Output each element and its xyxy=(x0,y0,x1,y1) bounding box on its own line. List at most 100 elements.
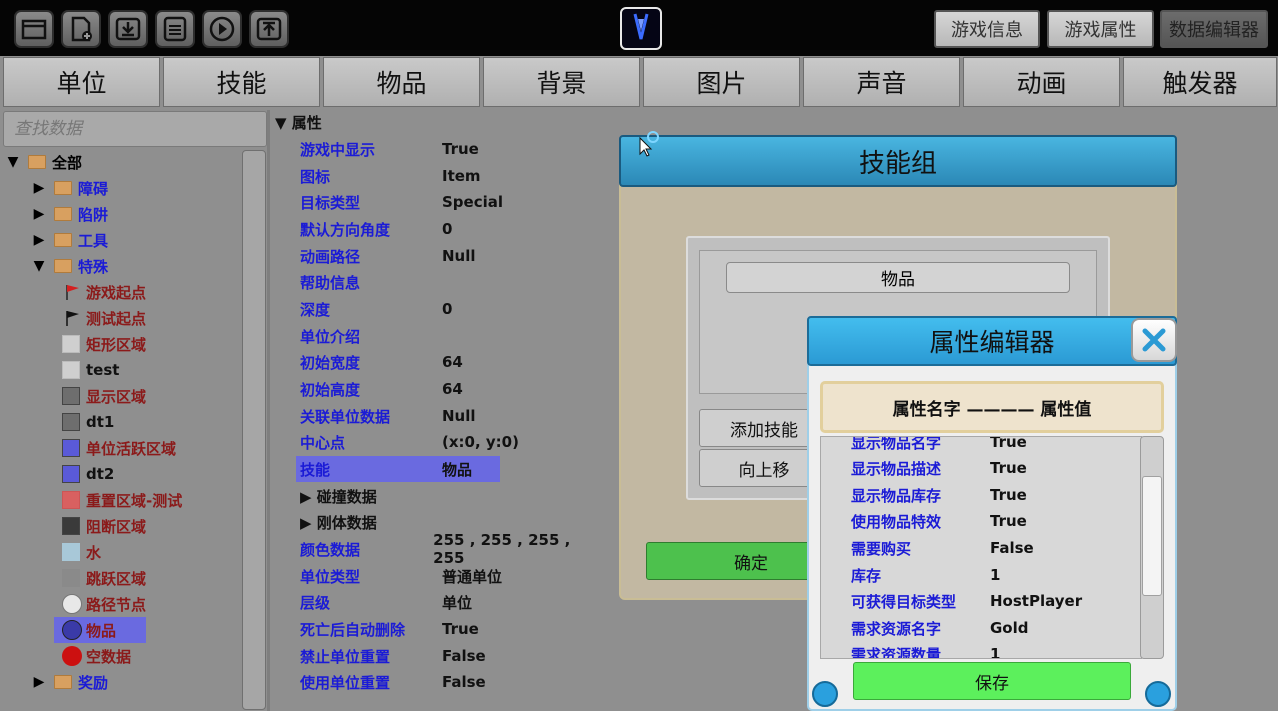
editor-value: 1 xyxy=(990,645,1001,659)
property-key: 死亡后自动删除 xyxy=(300,620,406,639)
collapse-arrow-icon[interactable]: ▶ xyxy=(32,674,46,690)
tree-label: 跳跃区域 xyxy=(86,569,147,588)
editor-row[interactable]: 需求资源名字 Gold xyxy=(851,615,1141,641)
editor-key: 需求资源数量 xyxy=(851,645,942,659)
tab-sound[interactable]: 声音 xyxy=(803,57,960,107)
tree-item[interactable]: 阻断区域 xyxy=(6,513,242,539)
search-input[interactable]: 查找数据 xyxy=(3,111,267,147)
editor-row[interactable]: 需要购买 False xyxy=(851,535,1141,561)
tab-skill[interactable]: 技能 xyxy=(163,57,320,107)
close-icon[interactable] xyxy=(1131,318,1177,362)
tree-item[interactable]: test xyxy=(6,357,242,383)
tree-item[interactable]: 空数据 xyxy=(6,643,242,669)
tree-folder-reward[interactable]: ▶ 奖励 xyxy=(6,669,242,695)
property-value: 普通单位 xyxy=(442,567,503,586)
panel-divider[interactable] xyxy=(267,110,270,711)
tab-item[interactable]: 物品 xyxy=(323,57,480,107)
tree-item[interactable]: 重置区域-测试 xyxy=(6,487,242,513)
property-row[interactable]: 死亡后自动删除 True xyxy=(296,616,596,642)
tree-item[interactable]: 显示区域 xyxy=(6,383,242,409)
collapse-arrow-icon[interactable]: ▶ xyxy=(32,206,46,222)
tree-scrollbar[interactable] xyxy=(242,150,266,710)
scrollbar-thumb[interactable] xyxy=(1142,476,1162,596)
tree-item[interactable]: 路径节点 xyxy=(6,591,242,617)
property-row[interactable]: 单位介绍 xyxy=(296,323,596,349)
tree-label: 重置区域-测试 xyxy=(86,491,183,510)
property-row[interactable]: 层级 单位 xyxy=(296,589,596,615)
tree-folder-trap[interactable]: ▶ 陷阱 xyxy=(6,201,242,227)
property-key: 游戏中显示 xyxy=(300,140,376,159)
collapse-arrow-icon[interactable]: ▶ xyxy=(32,232,46,248)
tree-item[interactable]: 水 xyxy=(6,539,242,565)
tree-item[interactable]: 跳跃区域 xyxy=(6,565,242,591)
property-row[interactable]: 游戏中显示 True xyxy=(296,136,596,162)
property-row[interactable]: 中心点 (x:0, y:0) xyxy=(296,429,596,455)
tree-item[interactable]: 游戏起点 xyxy=(6,279,242,305)
property-row[interactable]: 图标 Item xyxy=(296,163,596,189)
property-row[interactable]: 目标类型 Special xyxy=(296,189,596,215)
folder-open-icon[interactable] xyxy=(14,10,54,48)
game-info-button[interactable]: 游戏信息 xyxy=(934,10,1040,48)
skill-group-title: 技能组 xyxy=(619,135,1177,187)
data-editor-button[interactable]: 数据编辑器 xyxy=(1160,10,1268,48)
tree-item-selected[interactable]: 物品 xyxy=(6,617,242,643)
property-row[interactable]: 颜色数据 255 , 255 , 255 , 255 xyxy=(296,531,596,567)
tree-label: test xyxy=(86,361,120,379)
game-properties-button[interactable]: 游戏属性 xyxy=(1047,10,1154,48)
collapse-arrow-icon[interactable]: ▶ xyxy=(32,180,46,196)
tree-item[interactable]: dt2 xyxy=(6,461,242,487)
tab-image[interactable]: 图片 xyxy=(643,57,800,107)
property-value: 64 xyxy=(442,380,463,398)
tree-item[interactable]: 单位活跃区域 xyxy=(6,435,242,461)
editor-row[interactable]: 可获得目标类型 HostPlayer xyxy=(851,588,1141,614)
tree-label: 障碍 xyxy=(78,179,109,198)
properties-section-header[interactable]: ▼ 属性 xyxy=(275,112,322,133)
skill-list-item[interactable]: 物品 xyxy=(726,262,1070,293)
property-row[interactable]: 默认方向角度 0 xyxy=(296,216,596,242)
new-file-icon[interactable] xyxy=(61,10,101,48)
property-row[interactable]: 关联单位数据 Null xyxy=(296,403,596,429)
tree-label: 显示区域 xyxy=(86,387,147,406)
property-row[interactable]: 动画路径 Null xyxy=(296,243,596,269)
tree-folder-special[interactable]: ▼ 特殊 xyxy=(6,253,242,279)
property-row[interactable]: 单位类型 普通单位 xyxy=(296,563,596,589)
editor-row[interactable]: 库存 1 xyxy=(851,562,1141,588)
editor-row[interactable]: 使用物品特效 True xyxy=(851,508,1141,534)
property-row[interactable]: 帮助信息 xyxy=(296,269,596,295)
tree-item[interactable]: dt1 xyxy=(6,409,242,435)
editor-row[interactable]: 显示物品描述 True xyxy=(851,455,1141,481)
property-row[interactable]: 禁止单位重置 False xyxy=(296,643,596,669)
upload-icon[interactable] xyxy=(249,10,289,48)
property-row[interactable]: 初始宽度 64 xyxy=(296,349,596,375)
play-icon[interactable] xyxy=(202,10,242,48)
tree-item[interactable]: 测试起点 xyxy=(6,305,242,331)
property-group-collision[interactable]: ▶ 碰撞数据 xyxy=(296,483,596,509)
download-icon[interactable] xyxy=(108,10,148,48)
resize-handle-right[interactable] xyxy=(1145,681,1171,707)
property-row[interactable]: 初始高度 64 xyxy=(296,376,596,402)
tab-animation[interactable]: 动画 xyxy=(963,57,1120,107)
expand-arrow-icon[interactable]: ▼ xyxy=(32,258,46,274)
editor-value: 1 xyxy=(990,566,1001,584)
save-icon[interactable] xyxy=(155,10,195,48)
tree-folder-tool[interactable]: ▶ 工具 xyxy=(6,227,242,253)
tab-background[interactable]: 背景 xyxy=(483,57,640,107)
property-key: 单位介绍 xyxy=(300,327,361,346)
swatch-icon xyxy=(62,335,80,353)
property-editor-list[interactable]: 显示物品名字 True 显示物品描述 True 显示物品库存 True 使用物品特效 T… xyxy=(820,436,1142,659)
editor-row[interactable]: 显示物品库存 True xyxy=(851,482,1141,508)
editor-row[interactable]: 显示物品名字 True xyxy=(851,437,1141,455)
tab-unit[interactable]: 单位 xyxy=(3,57,160,107)
property-row-selected[interactable]: 技能 物品 xyxy=(296,456,500,482)
property-row[interactable]: 深度 0 xyxy=(296,296,596,322)
expand-arrow-icon[interactable]: ▼ xyxy=(6,154,20,170)
tab-trigger[interactable]: 触发器 xyxy=(1123,57,1277,107)
save-button[interactable]: 保存 xyxy=(853,662,1131,700)
resize-handle-left[interactable] xyxy=(812,681,838,707)
tree-item[interactable]: 矩形区域 xyxy=(6,331,242,357)
property-key: 单位类型 xyxy=(300,567,361,586)
property-row[interactable]: 使用单位重置 False xyxy=(296,669,596,695)
editor-row[interactable]: 需求资源数量 1 xyxy=(851,641,1141,659)
tree-folder-obstacle[interactable]: ▶ 障碍 xyxy=(6,175,242,201)
tree-root[interactable]: ▼ 全部 xyxy=(6,149,242,175)
